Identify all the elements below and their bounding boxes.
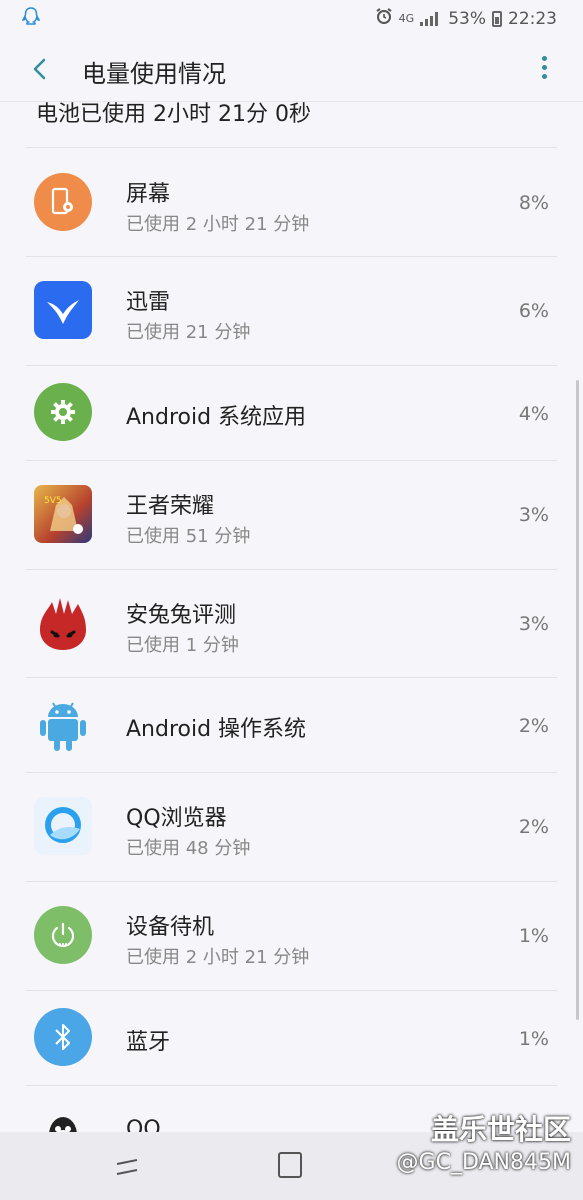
signal-icon bbox=[420, 11, 442, 26]
svg-text:5V5: 5V5 bbox=[44, 496, 62, 506]
list-item[interactable]: 设备待机 已使用 2 小时 21 分钟 1% bbox=[0, 881, 583, 991]
network-type: 4G bbox=[398, 12, 415, 25]
item-name: 屏幕 bbox=[126, 182, 171, 207]
qq-browser-icon bbox=[34, 797, 92, 855]
power-standby-icon bbox=[34, 906, 92, 964]
watermark-handle: @GC_DAN845M bbox=[396, 1150, 571, 1175]
list-item[interactable]: 迅雷 已使用 21 分钟 6% bbox=[0, 256, 583, 366]
item-name: Android 操作系统 bbox=[126, 717, 307, 742]
item-percent: 6% bbox=[518, 300, 549, 322]
item-percent: 2% bbox=[518, 816, 549, 838]
battery-percent: 53% bbox=[448, 8, 486, 29]
honor-of-kings-icon: 5V5 bbox=[34, 485, 92, 543]
qq-notification-icon bbox=[21, 7, 41, 32]
battery-usage-summary: 电池已使用 2小时 21分 0秒 bbox=[36, 102, 311, 127]
item-usage: 已使用 51 分钟 bbox=[126, 526, 251, 547]
clock: 22:23 bbox=[508, 8, 557, 29]
item-name: 蓝牙 bbox=[126, 1030, 171, 1055]
item-name: 设备待机 bbox=[126, 915, 215, 940]
item-name: 迅雷 bbox=[126, 290, 171, 315]
list-item[interactable]: Android 系统应用 4% bbox=[0, 365, 583, 461]
list-item[interactable]: 5V5 王者荣耀 已使用 51 分钟 3% bbox=[0, 460, 583, 570]
app-usage-list: 屏幕 已使用 2 小时 21 分钟 8% 迅雷 已使用 21 分钟 6% And… bbox=[0, 148, 583, 1165]
item-usage: 已使用 2 小时 21 分钟 bbox=[126, 214, 310, 235]
item-name: QQ浏览器 bbox=[126, 806, 227, 831]
antutu-icon bbox=[34, 594, 92, 652]
status-icons: 4G 53% 22:23 bbox=[375, 7, 557, 30]
item-percent: 1% bbox=[518, 925, 549, 947]
list-item[interactable]: 蓝牙 1% bbox=[0, 990, 583, 1086]
android-os-icon bbox=[34, 695, 92, 753]
bluetooth-icon bbox=[34, 1008, 92, 1066]
item-percent: 3% bbox=[518, 504, 549, 526]
recent-apps-icon[interactable] bbox=[115, 1156, 139, 1178]
item-usage: 已使用 2 小时 21 分钟 bbox=[126, 947, 310, 968]
item-name: 安兔兔评测 bbox=[126, 603, 237, 628]
item-percent: 4% bbox=[518, 403, 549, 425]
item-name: Android 系统应用 bbox=[126, 405, 307, 430]
xunlei-icon bbox=[34, 281, 92, 339]
screen-icon bbox=[34, 173, 92, 231]
home-icon[interactable] bbox=[278, 1152, 302, 1178]
item-percent: 8% bbox=[518, 192, 549, 214]
app-bar: 电量使用情况 bbox=[0, 36, 583, 102]
item-percent: 1% bbox=[518, 1028, 549, 1050]
status-bar: 4G 53% 22:23 bbox=[0, 0, 583, 36]
list-item[interactable]: QQ浏览器 已使用 48 分钟 2% bbox=[0, 772, 583, 882]
item-percent: 2% bbox=[518, 715, 549, 737]
item-name: 王者荣耀 bbox=[126, 494, 215, 519]
list-item[interactable]: Android 操作系统 2% bbox=[0, 677, 583, 773]
scrollbar[interactable] bbox=[576, 380, 579, 1020]
list-item[interactable]: 安兔兔评测 已使用 1 分钟 3% bbox=[0, 569, 583, 678]
item-usage: 已使用 21 分钟 bbox=[126, 322, 251, 343]
list-item[interactable]: 屏幕 已使用 2 小时 21 分钟 8% bbox=[0, 148, 583, 257]
battery-icon bbox=[492, 10, 502, 27]
alarm-icon bbox=[375, 7, 393, 30]
item-percent: 3% bbox=[518, 613, 549, 635]
chevron-left-icon[interactable] bbox=[26, 52, 54, 86]
page-title: 电量使用情况 bbox=[82, 60, 226, 88]
item-usage: 已使用 1 分钟 bbox=[126, 635, 239, 656]
android-system-app-icon bbox=[34, 383, 92, 441]
more-vertical-icon[interactable] bbox=[539, 54, 549, 84]
watermark-title: 盖乐世社区 bbox=[430, 1113, 571, 1146]
item-usage: 已使用 48 分钟 bbox=[126, 838, 251, 859]
